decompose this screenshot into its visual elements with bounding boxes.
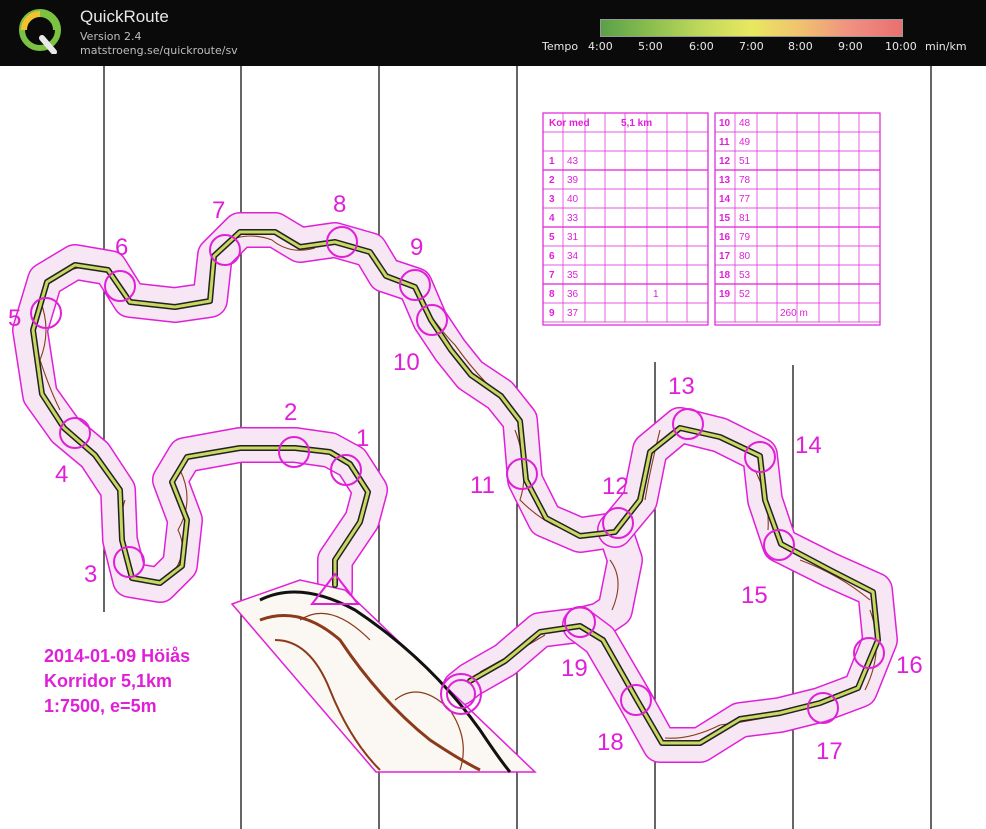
tempo-tick: 10:00 xyxy=(885,40,917,53)
sheet-control-code: 51 xyxy=(739,156,751,167)
sheet-control-code: 36 xyxy=(567,289,579,300)
control-number: 15 xyxy=(741,582,768,609)
sheet-control-code: 34 xyxy=(567,251,579,262)
sheet-control-number: 2 xyxy=(549,175,555,186)
sheet-finish-distance: 260 m xyxy=(780,308,808,319)
tempo-tick: 6:00 xyxy=(689,40,714,53)
sheet-control-code: 33 xyxy=(567,213,579,224)
sheet-control-code: 81 xyxy=(739,213,751,224)
sheet-length: 5,1 km xyxy=(621,118,652,129)
sheet-control-number: 3 xyxy=(549,194,555,205)
sheet-control-number: 9 xyxy=(549,308,555,319)
sheet-control-number: 6 xyxy=(549,251,555,262)
sheet-extra: 1 xyxy=(653,289,659,300)
control-number: 9 xyxy=(410,234,423,261)
control-number: 8 xyxy=(333,191,346,218)
tempo-unit: min/km xyxy=(925,40,967,53)
sheet-control-number: 14 xyxy=(719,194,731,205)
control-number: 5 xyxy=(8,305,21,332)
control-number: 18 xyxy=(597,729,624,756)
map-caption: 2014-01-09 Höiås Korridor 5,1km 1:7500, … xyxy=(44,646,190,716)
app-url[interactable]: matstroeng.se/quickroute/sv xyxy=(80,44,238,57)
app-version: Version 2.4 xyxy=(80,30,142,43)
control-number: 17 xyxy=(816,738,843,765)
sheet-control-code: 40 xyxy=(567,194,579,205)
control-number: 2 xyxy=(284,399,297,426)
caption-line: Korridor 5,1km xyxy=(44,671,172,691)
sheet-control-code: 52 xyxy=(739,289,751,300)
control-number: 10 xyxy=(393,349,420,376)
sheet-control-number: 16 xyxy=(719,232,731,243)
sheet-control-code: 31 xyxy=(567,232,579,243)
control-number: 16 xyxy=(896,652,923,679)
sheet-control-number: 7 xyxy=(549,270,555,281)
app-header: QuickRoute Version 2.4 matstroeng.se/qui… xyxy=(0,0,986,66)
sheet-control-number: 11 xyxy=(719,137,730,148)
tempo-tick: 8:00 xyxy=(788,40,813,53)
sheet-control-number: 15 xyxy=(719,213,731,224)
control-number: 13 xyxy=(668,373,695,400)
sheet-control-code: 37 xyxy=(567,308,579,319)
sheet-control-number: 13 xyxy=(719,175,731,186)
sheet-control-number: 5 xyxy=(549,232,555,243)
control-number: 14 xyxy=(795,432,822,459)
caption-line: 2014-01-09 Höiås xyxy=(44,646,190,666)
orienteering-map[interactable]: 1 2 3 4 5 6 7 8 9 10 11 12 13 14 15 16 1… xyxy=(0,66,986,829)
sheet-control-number: 4 xyxy=(549,213,555,224)
sheet-control-number: 8 xyxy=(549,289,555,300)
control-number: 1 xyxy=(356,425,369,452)
sheet-control-code: 49 xyxy=(739,137,751,148)
quickroute-logo xyxy=(19,9,61,54)
control-number: 3 xyxy=(84,561,97,588)
sheet-title: Kor med xyxy=(549,118,590,129)
sheet-control-code: 77 xyxy=(739,194,751,205)
sheet-control-number: 12 xyxy=(719,156,731,167)
sheet-control-number: 19 xyxy=(719,289,731,300)
tempo-tick: 4:00 xyxy=(588,40,613,53)
sheet-control-number: 18 xyxy=(719,270,731,281)
tempo-color-scale xyxy=(600,19,903,37)
sheet-control-number: 10 xyxy=(719,118,731,129)
app-title: QuickRoute xyxy=(80,7,169,26)
sheet-control-code: 78 xyxy=(739,175,751,186)
control-number: 6 xyxy=(115,234,128,261)
sheet-control-code: 53 xyxy=(739,270,751,281)
sheet-control-code: 39 xyxy=(567,175,579,186)
control-number: 7 xyxy=(212,197,225,224)
tempo-tick: 5:00 xyxy=(638,40,663,53)
control-number: 12 xyxy=(602,473,629,500)
sheet-control-code: 35 xyxy=(567,270,579,281)
sheet-control-number: 17 xyxy=(719,251,731,262)
caption-line: 1:7500, e=5m xyxy=(44,696,157,716)
tempo-tick: 7:00 xyxy=(739,40,764,53)
control-number: 4 xyxy=(55,461,68,488)
sheet-control-code: 48 xyxy=(739,118,751,129)
tempo-label: Tempo xyxy=(542,40,579,53)
tempo-tick: 9:00 xyxy=(838,40,863,53)
sheet-control-number: 1 xyxy=(549,156,555,167)
sheet-control-code: 43 xyxy=(567,156,579,167)
sheet-control-code: 79 xyxy=(739,232,751,243)
sheet-control-code: 80 xyxy=(739,251,751,262)
control-description-sheet: Kor med 5,1 km1 432 393 404 335 316 347 358 36 19 3… xyxy=(542,112,881,326)
control-number: 19 xyxy=(561,655,588,682)
control-number: 11 xyxy=(470,472,495,499)
